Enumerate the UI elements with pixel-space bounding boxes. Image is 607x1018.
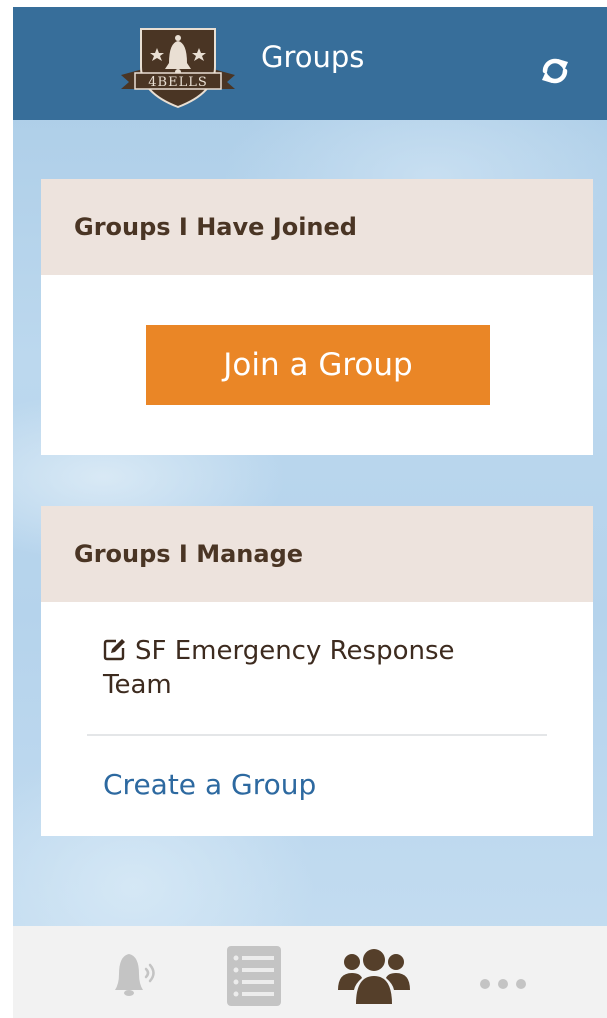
page-title: Groups (261, 40, 365, 74)
groups-joined-card: Groups I Have Joined Join a Group (41, 179, 593, 455)
bottom-tab-bar (13, 926, 607, 1018)
edit-icon (103, 639, 125, 661)
more-icon[interactable] (473, 946, 533, 1006)
join-group-button[interactable]: Join a Group (146, 325, 490, 405)
bell-icon[interactable] (101, 946, 163, 1006)
groups-managed-heading: Groups I Manage (41, 506, 593, 602)
managed-group-label: SF Emergency Response Team (103, 636, 455, 700)
managed-group-item[interactable]: SF Emergency Response Team (103, 634, 523, 702)
groups-icon[interactable] (338, 946, 410, 1006)
list-icon[interactable] (223, 946, 285, 1006)
app-screen: 4BELLS Groups Groups I Have Joined Join … (13, 7, 607, 1018)
groups-joined-heading: Groups I Have Joined (41, 179, 593, 275)
app-header: 4BELLS Groups (13, 7, 607, 120)
groups-managed-card: Groups I Manage SF Emergency Response Te… (41, 506, 593, 836)
logo-text: 4BELLS (148, 75, 208, 90)
divider (87, 734, 547, 736)
create-group-link[interactable]: Create a Group (103, 768, 316, 802)
refresh-icon[interactable] (537, 53, 573, 89)
4bells-logo: 4BELLS (121, 28, 235, 109)
